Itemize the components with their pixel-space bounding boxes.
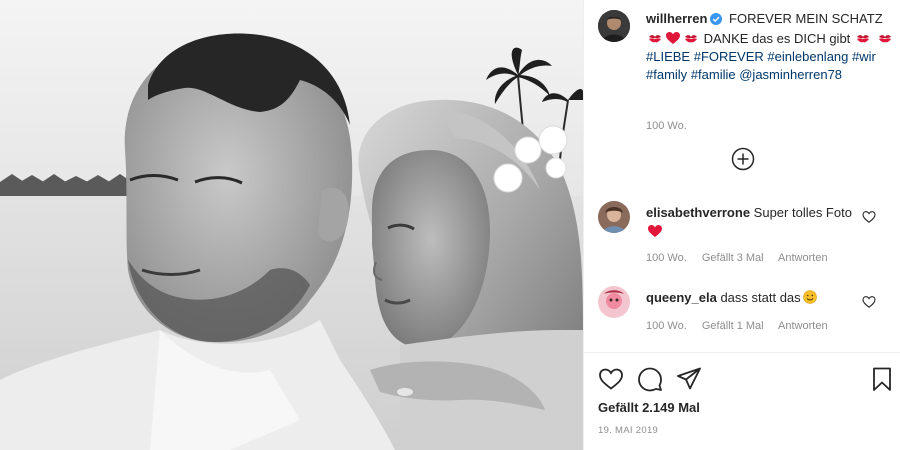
author-username[interactable]: willherren: [646, 11, 707, 26]
kiss-mark-icon: [648, 31, 662, 45]
kiss-mark-icon: [684, 31, 698, 45]
comment-reply-button[interactable]: Antworten: [778, 320, 828, 332]
post-date[interactable]: 19. MAI 2019: [598, 425, 658, 436]
author-avatar-image: [598, 10, 630, 42]
comment-username[interactable]: elisabethverrone: [646, 205, 750, 220]
heart-icon[interactable]: [598, 366, 624, 392]
commenter-avatar[interactable]: [598, 286, 630, 318]
mention-jasminherren78[interactable]: @jasminherren78: [739, 67, 842, 82]
comment-time[interactable]: 100 Wo.: [646, 320, 687, 332]
panel-divider: [584, 352, 900, 353]
plus-circle-icon: [731, 147, 755, 171]
instagram-post: willherren FOREVER MEIN SCHATZ DANKE das…: [0, 0, 900, 450]
comment-like-heart-icon[interactable]: [862, 210, 876, 224]
comment-time[interactable]: 100 Wo.: [646, 252, 687, 264]
paper-plane-icon[interactable]: [676, 366, 702, 392]
hashtag-einlebenlang[interactable]: #einlebenlang: [767, 49, 848, 64]
red-heart-icon: [666, 32, 680, 45]
load-more-comments-button[interactable]: [731, 147, 755, 171]
post-side-panel: willherren FOREVER MEIN SCHATZ DANKE das…: [583, 0, 900, 450]
caption-line-forever: FOREVER MEIN SCHATZ: [729, 11, 883, 26]
comment-likes-count[interactable]: Gefällt 3 Mal: [702, 252, 764, 264]
comment-icon[interactable]: [637, 366, 663, 392]
author-avatar[interactable]: [598, 10, 630, 42]
kiss-mark-icon: [856, 31, 870, 45]
comment-text: Super tolles Foto: [753, 205, 852, 220]
hashtag-wir[interactable]: #wir: [852, 49, 876, 64]
comment-like-heart-icon[interactable]: [862, 295, 876, 309]
comment-likes-count[interactable]: Gefällt 1 Mal: [702, 320, 764, 332]
verified-badge-icon: [710, 12, 723, 30]
comment-body: elisabethverrone Super tolles Foto: [646, 203, 856, 241]
post-action-bar: [598, 366, 894, 392]
comment-reply-button[interactable]: Antworten: [778, 252, 828, 264]
hashtag-liebe[interactable]: #LIEBE: [646, 49, 690, 64]
post-photo[interactable]: [0, 0, 583, 450]
caption-text: willherren FOREVER MEIN SCHATZ DANKE das…: [646, 10, 894, 84]
red-heart-icon: [648, 224, 662, 237]
kiss-mark-icon: [878, 31, 892, 45]
post-likes-count[interactable]: Gefällt 2.149 Mal: [598, 400, 700, 415]
hashtag-forever[interactable]: #FOREVER: [694, 49, 764, 64]
winking-face-icon: [802, 290, 817, 304]
commenter-avatar[interactable]: [598, 201, 630, 233]
comment-body: queeny_ela dass statt das: [646, 288, 856, 307]
caption-line-danke: DANKE das es DICH gibt: [703, 31, 851, 46]
comment-meta: 100 Wo. Gefällt 3 Mal Antworten: [646, 252, 840, 264]
comment-text: dass statt das: [720, 290, 801, 305]
couple-beach-photo: [0, 0, 583, 450]
caption-timestamp[interactable]: 100 Wo.: [646, 120, 687, 132]
comment-username[interactable]: queeny_ela: [646, 290, 717, 305]
hashtag-familie[interactable]: #familie: [691, 67, 736, 82]
bookmark-icon[interactable]: [869, 366, 895, 392]
comment-meta: 100 Wo. Gefällt 1 Mal Antworten: [646, 320, 840, 332]
hashtag-family[interactable]: #family: [646, 67, 687, 82]
